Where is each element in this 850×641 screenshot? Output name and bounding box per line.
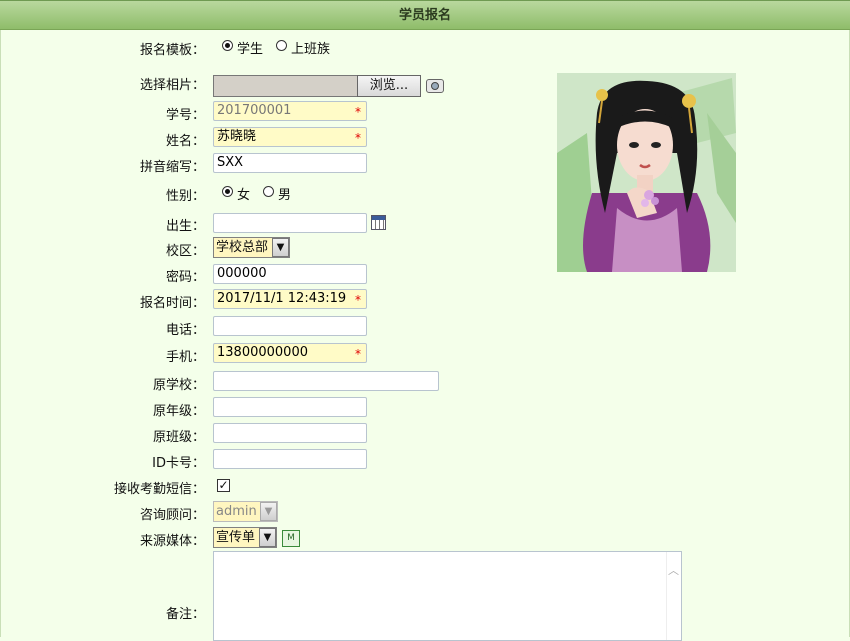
template-worker-radio[interactable] (276, 40, 287, 51)
remarks-label: 备注： (165, 607, 205, 622)
gender-male-radio[interactable] (263, 186, 274, 197)
phone-input[interactable] (213, 316, 367, 336)
student-no-value: 201700001 (217, 103, 292, 118)
remarks-textarea[interactable] (213, 551, 682, 641)
campus-select[interactable]: 学校总部 ▼ (213, 237, 290, 258)
source-select[interactable]: 宣传单 ▼ (213, 527, 277, 548)
password-input[interactable]: 000000 (213, 264, 367, 284)
gender-female-text: 女 (237, 188, 251, 203)
consultant-label: 咨询顾问： (139, 508, 205, 523)
chevron-down-icon[interactable]: ▼ (260, 502, 277, 521)
template-student-text: 学生 (237, 42, 264, 57)
chevron-down-icon[interactable]: ▼ (272, 238, 289, 257)
media-manage-icon[interactable]: M (282, 530, 300, 547)
signup-time-value: 2017/11/1 12:43:19 (217, 291, 347, 306)
student-photo (557, 73, 736, 272)
signup-time-label: 报名时间： (139, 296, 205, 311)
required-star: * (355, 293, 361, 307)
mobile-input[interactable]: 13800000000 * (213, 343, 367, 363)
mobile-label: 手机： (165, 350, 205, 365)
name-value: 苏晓晓 (217, 129, 257, 144)
campus-label: 校区： (165, 244, 205, 259)
source-value: 宣传单 (216, 530, 256, 545)
gender-male-text: 男 (278, 188, 292, 203)
chevron-down-icon[interactable]: ▼ (259, 528, 276, 547)
pinyin-input[interactable]: SXX (213, 153, 367, 173)
prev-grade-input[interactable] (213, 397, 367, 417)
consultant-select[interactable]: admin ▼ (213, 501, 278, 522)
photo-file-path[interactable] (213, 75, 358, 97)
window-title: 学员报名 (0, 0, 850, 30)
calendar-icon[interactable] (371, 215, 386, 230)
consultant-value: admin (216, 504, 257, 519)
birth-input[interactable] (213, 213, 367, 233)
id-card-label: ID卡号： (152, 456, 205, 471)
source-label: 来源媒体： (139, 534, 205, 549)
signup-time-input[interactable]: 2017/11/1 12:43:19 * (213, 289, 367, 309)
prev-class-label: 原班级： (152, 430, 205, 445)
student-no-label: 学号： (165, 108, 205, 123)
pinyin-label: 拼音缩写： (139, 160, 205, 175)
id-card-input[interactable] (213, 449, 367, 469)
template-student-radio[interactable] (222, 40, 233, 51)
campus-value: 学校总部 (216, 240, 269, 255)
gender-female-radio[interactable] (222, 186, 233, 197)
name-input[interactable]: 苏晓晓 * (213, 127, 367, 147)
birth-label: 出生： (165, 219, 205, 234)
required-star: * (355, 347, 361, 361)
prev-grade-label: 原年级： (152, 404, 205, 419)
required-star: * (355, 131, 361, 145)
sms-checkbox[interactable]: ✓ (217, 479, 230, 492)
photo-label: 选择相片： (139, 78, 205, 93)
portrait-image (557, 73, 736, 272)
prev-school-input[interactable] (213, 371, 439, 391)
prev-class-input[interactable] (213, 423, 367, 443)
scrollbar[interactable] (666, 552, 681, 640)
gender-label: 性别： (165, 189, 205, 204)
template-label: 报名模板： (139, 43, 205, 58)
sms-label: 接收考勤短信： (113, 482, 205, 497)
prev-school-label: 原学校： (152, 378, 205, 393)
template-worker-text: 上班族 (291, 42, 331, 57)
camera-icon[interactable] (426, 79, 444, 93)
phone-label: 电话： (165, 323, 205, 338)
student-no-input[interactable]: 201700001 * (213, 101, 367, 121)
mobile-value: 13800000000 (217, 345, 308, 360)
browse-button[interactable]: 浏览... (357, 75, 421, 97)
name-label: 姓名： (165, 134, 205, 149)
required-star: * (355, 105, 361, 119)
password-label: 密码： (165, 270, 205, 285)
